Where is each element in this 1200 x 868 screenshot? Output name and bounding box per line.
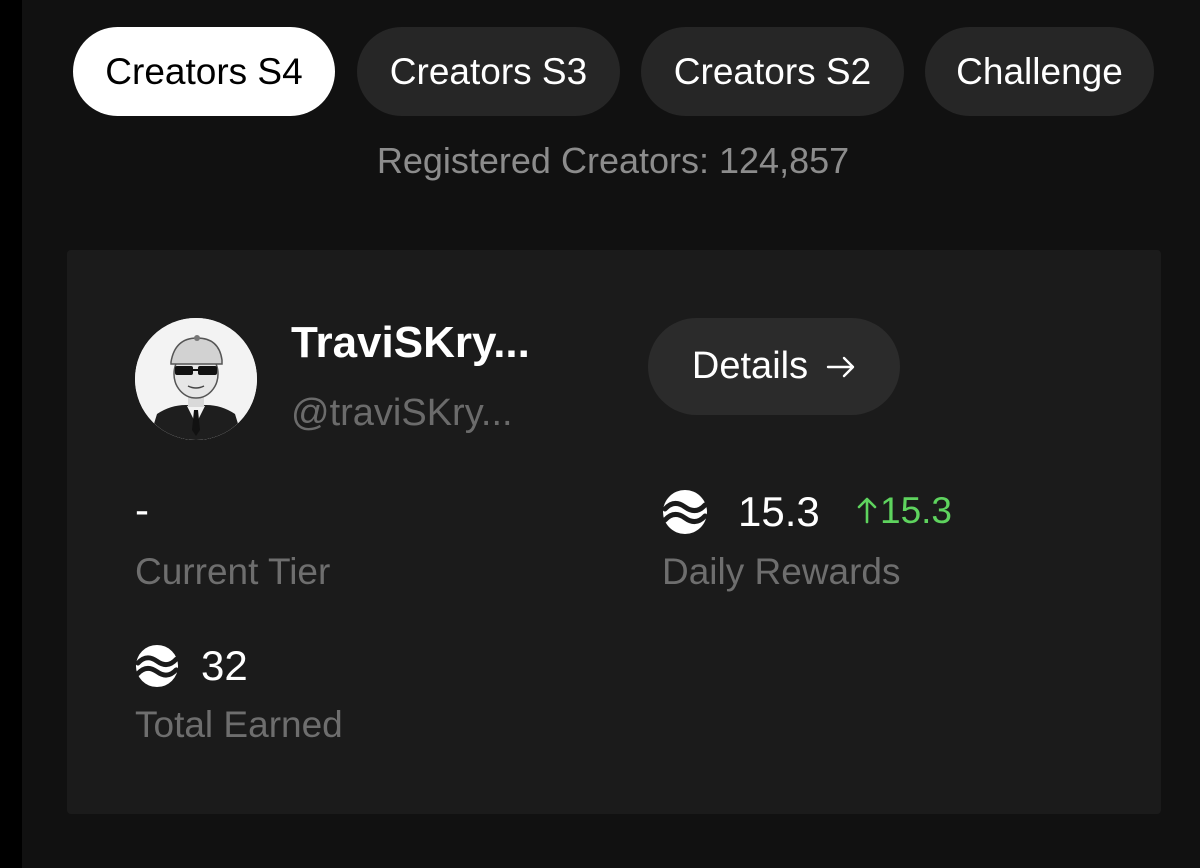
total-earned-value: 32 (201, 642, 248, 689)
screen-edge (0, 0, 22, 868)
avatar (135, 318, 257, 440)
creator-handle: @traviSKry... (291, 392, 513, 434)
tab-creators-s2[interactable]: Creators S2 (641, 27, 904, 116)
tab-creators-s4[interactable]: Creators S4 (73, 27, 335, 116)
tab-challenge[interactable]: Challenge (925, 27, 1154, 116)
token-coin-icon (135, 644, 179, 688)
details-label: Details (691, 345, 809, 387)
token-coin-icon (662, 490, 708, 534)
tab-creators-s3[interactable]: Creators S3 (357, 27, 620, 116)
details-button[interactable]: Details (648, 318, 900, 415)
arrow-up-icon (857, 497, 877, 524)
creator-name: TraviSKry... (291, 318, 530, 367)
daily-rewards-value: 15.3 (738, 488, 820, 535)
daily-rewards-label: Daily Rewards (662, 551, 901, 592)
avatar-illustration (135, 318, 257, 440)
total-earned-label: Total Earned (135, 704, 343, 745)
registered-creators-count: Registered Creators: 124,857 (376, 140, 850, 181)
daily-rewards-delta: 15.3 (880, 490, 953, 531)
arrow-right-icon (826, 356, 855, 377)
current-tier-value: - (135, 486, 149, 533)
current-tier-label: Current Tier (135, 551, 331, 592)
